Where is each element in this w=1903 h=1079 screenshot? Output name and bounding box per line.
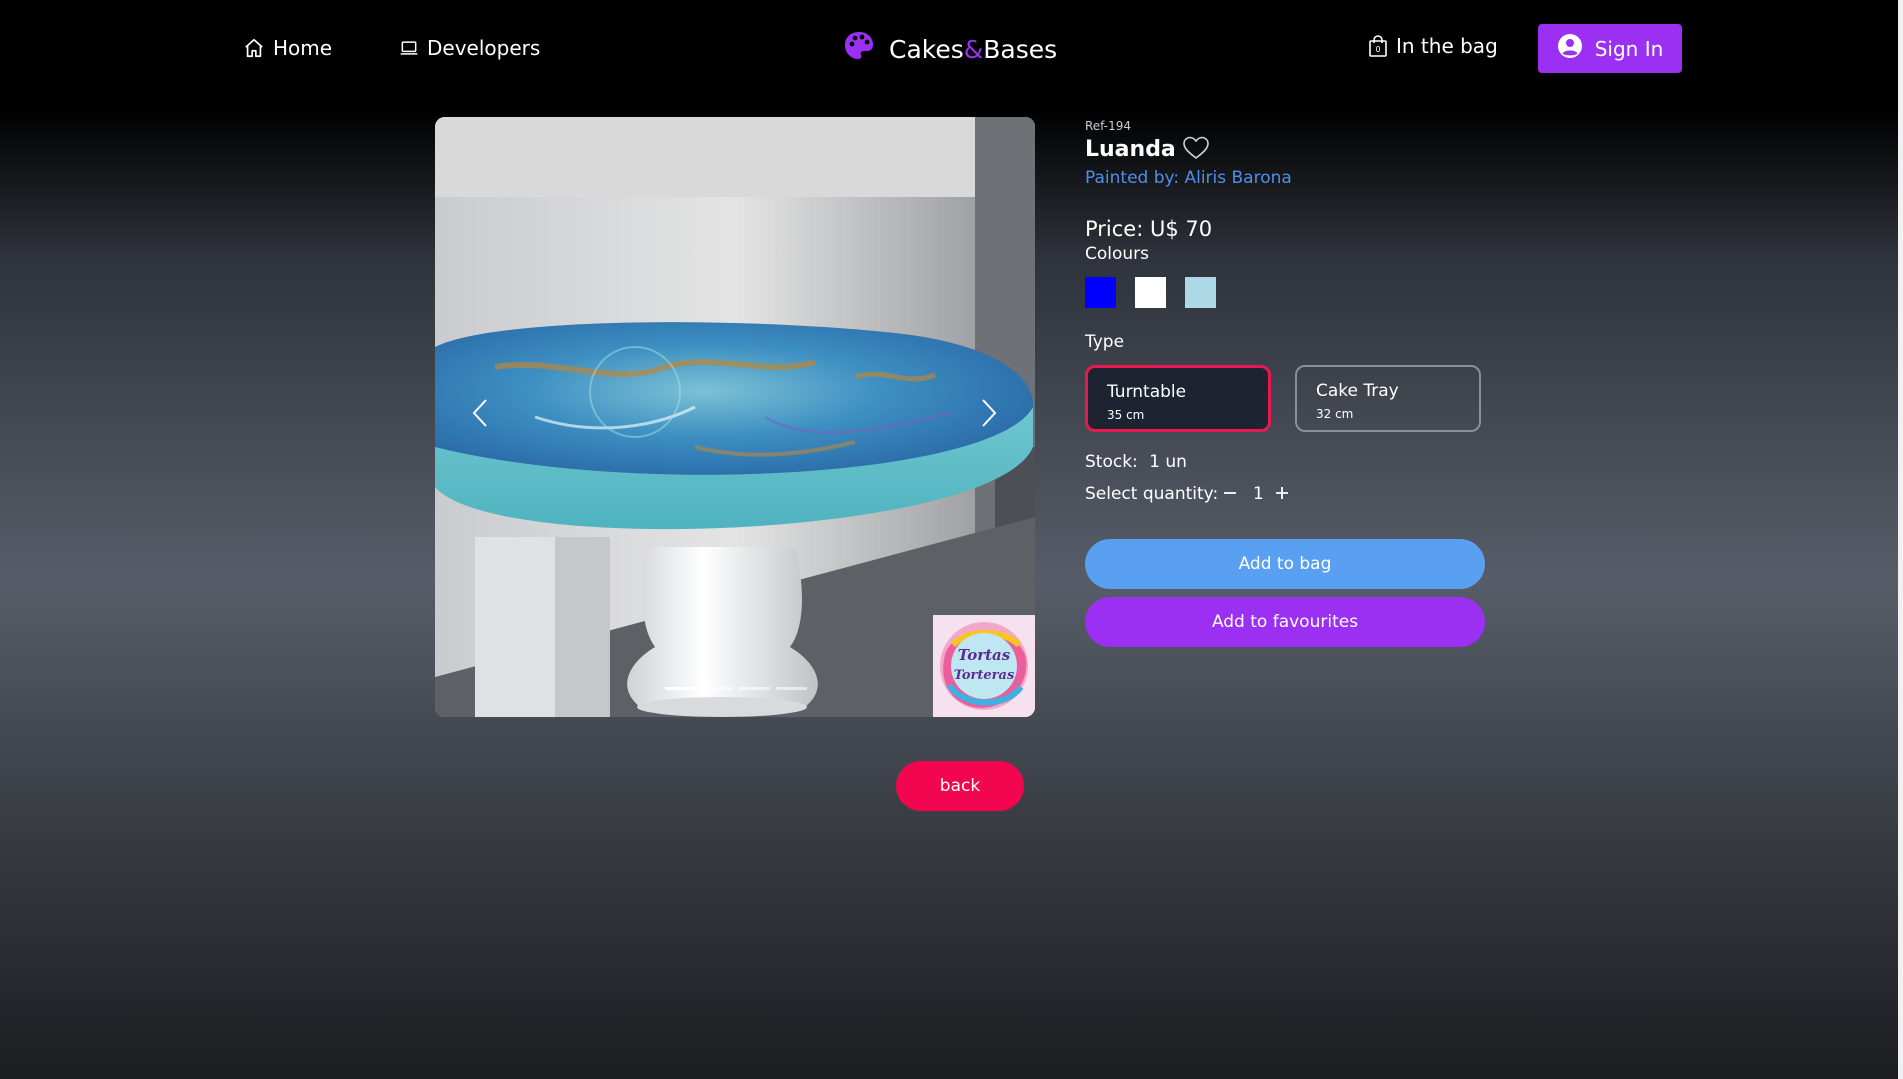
carousel-dot-3[interactable] — [739, 687, 770, 690]
home-icon — [243, 37, 265, 59]
stock-info: Stock: 1 un — [1085, 452, 1187, 472]
carousel-prev-button[interactable] — [460, 395, 500, 435]
nav-bag-label: In the bag — [1396, 34, 1498, 58]
palette-icon — [843, 30, 875, 68]
plus-icon — [1275, 481, 1289, 506]
type-label: Type — [1085, 332, 1125, 352]
quantity-value: 1 — [1253, 484, 1264, 504]
add-to-favourites-button[interactable]: Add to favourites — [1085, 597, 1485, 647]
add-to-bag-button[interactable]: Add to bag — [1085, 539, 1485, 589]
type-option-cake-tray[interactable]: Cake Tray 32 cm — [1295, 365, 1481, 432]
sign-in-button[interactable]: Sign In — [1538, 24, 1682, 73]
brand-watermark-logo: Tortas Torteras — [933, 615, 1035, 717]
carousel-dot-2[interactable] — [702, 687, 733, 690]
quantity-decrease-button[interactable] — [1218, 481, 1242, 505]
colour-swatch-white[interactable] — [1135, 277, 1166, 308]
colour-swatch-blue[interactable] — [1085, 277, 1116, 308]
back-button[interactable]: back — [896, 761, 1024, 811]
top-navbar: Home Developers Cakes&Bases 0 In the bag — [0, 0, 1898, 98]
nav-developers-link[interactable]: Developers — [399, 36, 540, 60]
nav-bag-link[interactable]: 0 In the bag — [1368, 34, 1498, 58]
painter-link[interactable]: Painted by: Aliris Barona — [1085, 168, 1292, 188]
type-option-size: 32 cm — [1316, 407, 1354, 421]
product-ref: Ref-194 — [1085, 119, 1131, 133]
type-option-turntable[interactable]: Turntable 35 cm — [1085, 365, 1271, 432]
brand-logo[interactable]: Cakes&Bases — [843, 30, 1057, 68]
chevron-right-icon — [981, 398, 997, 432]
carousel-dot-4[interactable] — [776, 687, 807, 690]
stock-label: Stock: — [1085, 452, 1138, 472]
sign-in-label: Sign In — [1594, 36, 1664, 61]
brand-name: Cakes&Bases — [889, 34, 1058, 64]
quantity-increase-button[interactable] — [1270, 481, 1294, 505]
carousel-next-button[interactable] — [969, 395, 1009, 435]
colour-swatch-light-blue[interactable] — [1185, 277, 1216, 308]
page-scrollbar[interactable] — [1898, 0, 1903, 1079]
minus-icon — [1223, 481, 1237, 506]
type-option-name: Turntable — [1107, 382, 1187, 402]
nav-home-link[interactable]: Home — [243, 36, 332, 60]
stock-value: 1 un — [1149, 452, 1187, 472]
product-price: Price: U$ 70 — [1085, 217, 1213, 241]
svg-text:0: 0 — [1375, 45, 1380, 54]
type-option-size: 35 cm — [1107, 408, 1145, 422]
carousel-dot-1[interactable] — [665, 687, 696, 690]
product-name: Luanda — [1085, 137, 1176, 162]
carousel-indicators — [665, 687, 807, 690]
colours-label: Colours — [1085, 244, 1150, 264]
logo-text-tortas: Tortas — [958, 646, 1011, 664]
nav-home-label: Home — [273, 36, 333, 60]
favourite-toggle[interactable] — [1183, 136, 1209, 164]
quantity-label: Select quantity: — [1085, 484, 1219, 504]
chevron-left-icon — [472, 398, 488, 432]
laptop-icon — [399, 38, 419, 58]
heart-outline-icon — [1183, 136, 1209, 164]
nav-developers-label: Developers — [427, 36, 541, 60]
type-option-name: Cake Tray — [1316, 381, 1399, 401]
user-circle-icon — [1557, 33, 1583, 64]
logo-text-torteras: Torteras — [954, 668, 1015, 683]
shopping-bag-icon: 0 — [1368, 35, 1388, 57]
